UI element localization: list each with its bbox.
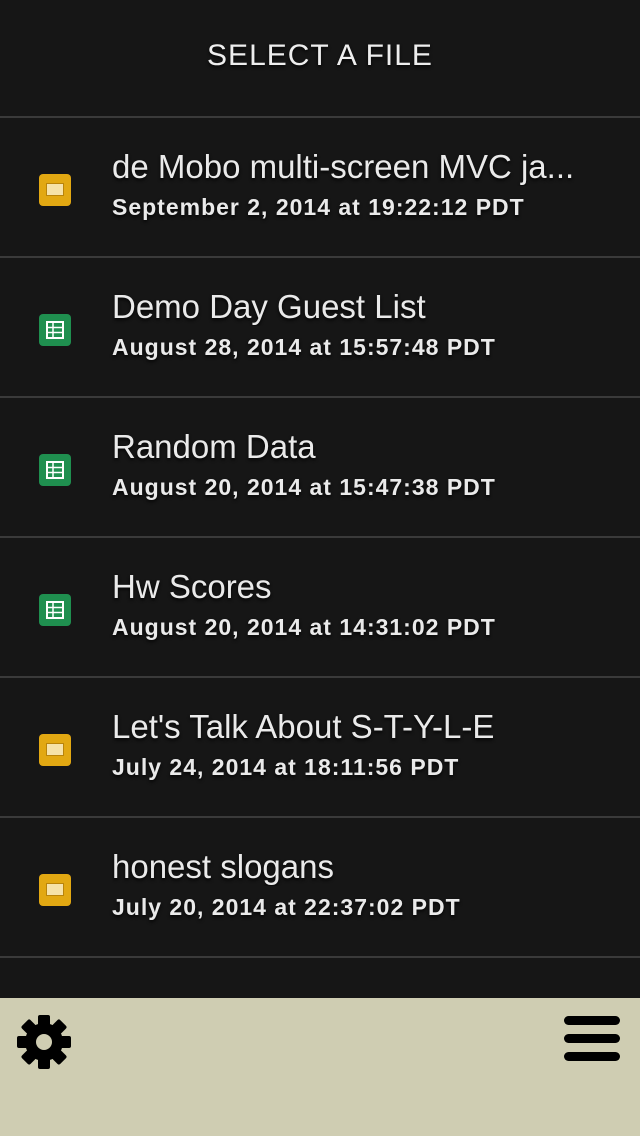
bottom-toolbar [0, 998, 640, 1136]
gear-icon [17, 1015, 71, 1069]
slides-icon [39, 174, 71, 206]
slides-icon [39, 734, 71, 766]
file-row-1[interactable]: Demo Day Guest List August 28, 2014 at 1… [0, 258, 640, 398]
sheets-icon [39, 454, 71, 486]
file-name: de Mobo multi-screen MVC ja... [112, 148, 575, 185]
file-date: July 20, 2014 at 22:37:02 PDT [112, 894, 461, 920]
file-date: August 28, 2014 at 15:57:48 PDT [112, 334, 496, 360]
file-name: Let's Talk About S-T-Y-L-E [112, 708, 495, 745]
file-row-0[interactable]: de Mobo multi-screen MVC ja... September… [0, 118, 640, 258]
menu-button[interactable] [562, 1014, 622, 1064]
file-name: Random Data [112, 428, 316, 465]
sheets-icon [39, 314, 71, 346]
settings-button[interactable] [14, 1012, 74, 1072]
sheets-icon [39, 594, 71, 626]
file-date: August 20, 2014 at 15:47:38 PDT [112, 474, 496, 500]
file-list[interactable]: de Mobo multi-screen MVC ja... September… [0, 118, 640, 998]
header-bar: SELECT A FILE [0, 0, 640, 118]
file-row-4[interactable]: Let's Talk About S-T-Y-L-E July 24, 2014… [0, 678, 640, 818]
file-date: September 2, 2014 at 19:22:12 PDT [112, 194, 525, 220]
file-name: Hw Scores [112, 568, 272, 605]
slides-icon [39, 874, 71, 906]
file-date: August 20, 2014 at 14:31:02 PDT [112, 614, 496, 640]
file-row-2[interactable]: Random Data August 20, 2014 at 15:47:38 … [0, 398, 640, 538]
file-row-3[interactable]: Hw Scores August 20, 2014 at 14:31:02 PD… [0, 538, 640, 678]
file-picker-screen: SELECT A FILE de Mobo multi-screen MVC j… [0, 0, 640, 1136]
file-date: July 24, 2014 at 18:11:56 PDT [112, 754, 460, 780]
page-title: SELECT A FILE [207, 39, 433, 72]
file-name: honest slogans [112, 848, 334, 885]
file-name: Demo Day Guest List [112, 288, 426, 325]
file-row-5[interactable]: honest slogans July 20, 2014 at 22:37:02… [0, 818, 640, 958]
hamburger-menu-icon [564, 1016, 620, 1061]
